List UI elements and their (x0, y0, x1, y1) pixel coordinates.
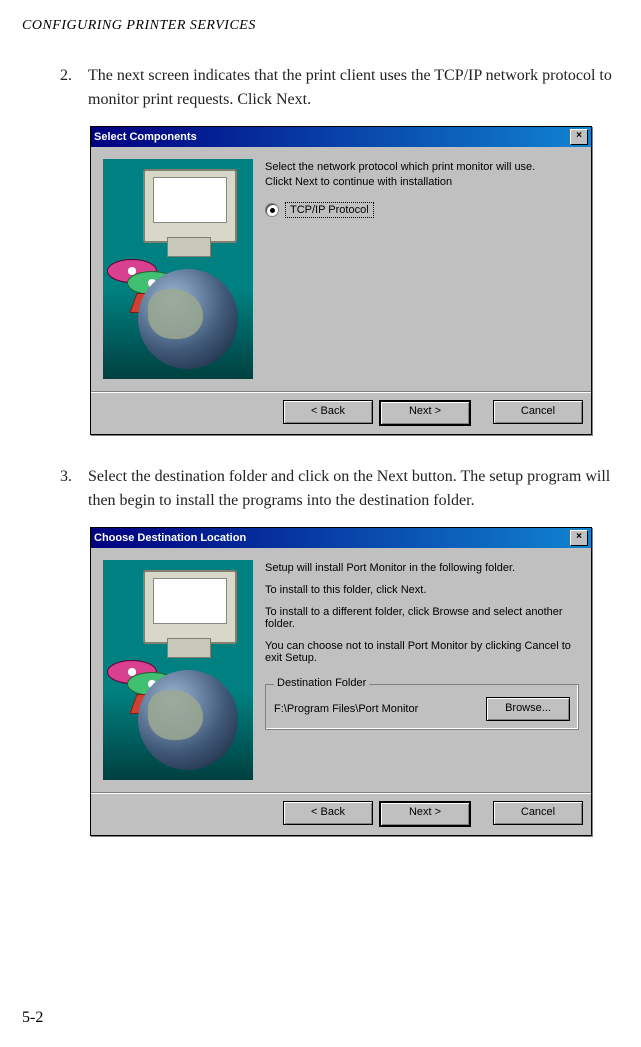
monitor-icon (143, 570, 237, 644)
dialog-title: Choose Destination Location (94, 532, 246, 544)
dialog-title: Select Components (94, 131, 197, 143)
destination-folder-group: Destination Folder F:\Program Files\Port… (265, 684, 579, 730)
globe-icon (138, 670, 238, 770)
cancel-button[interactable]: Cancel (493, 801, 583, 825)
step-number: 3. (60, 465, 88, 513)
step-3: 3. Select the destination folder and cli… (60, 465, 621, 513)
right-pane: Select the network protocol which print … (265, 159, 579, 379)
instruction-line: To install to this folder, click Next. (265, 584, 579, 596)
content-area: 2. The next screen indicates that the pr… (0, 34, 641, 836)
dialog-body: InstallShield Select the network protoco… (91, 147, 591, 391)
installshield-graphic: InstallShield (103, 560, 253, 780)
installshield-brand: InstallShield (103, 683, 105, 776)
radio-icon[interactable] (265, 203, 279, 217)
group-legend: Destination Folder (274, 677, 369, 689)
right-pane: Setup will install Port Monitor in the f… (265, 560, 579, 780)
dialog-body: InstallShield Setup will install Port Mo… (91, 548, 591, 792)
header-text: CONFIGURING PRINTER SERVICES (22, 18, 256, 33)
globe-icon (138, 269, 238, 369)
back-button[interactable]: < Back (283, 801, 373, 825)
titlebar: Select Components × (91, 127, 591, 147)
monitor-base (167, 638, 211, 658)
page-header: CONFIGURING PRINTER SERVICES (0, 0, 641, 34)
dialog-footer: < Back Next > Cancel (91, 391, 591, 434)
instruction-line: Setup will install Port Monitor in the f… (265, 562, 579, 574)
browse-button[interactable]: Browse... (486, 697, 570, 721)
installshield-graphic: InstallShield (103, 159, 253, 379)
option-label: TCP/IP Protocol (285, 202, 374, 218)
step-number: 2. (60, 64, 88, 112)
monitor-base (167, 237, 211, 257)
protocol-option[interactable]: TCP/IP Protocol (265, 202, 579, 218)
monitor-icon (143, 169, 237, 243)
instruction-line: Clickt Next to continue with installatio… (265, 176, 579, 188)
close-icon[interactable]: × (570, 530, 588, 546)
step-2: 2. The next screen indicates that the pr… (60, 64, 621, 112)
dialog-footer: < Back Next > Cancel (91, 792, 591, 835)
step-text: The next screen indicates that the print… (88, 64, 621, 112)
step-text: Select the destination folder and click … (88, 465, 621, 513)
next-button[interactable]: Next > (379, 801, 471, 827)
next-button[interactable]: Next > (379, 400, 471, 426)
close-icon[interactable]: × (570, 129, 588, 145)
installshield-brand: InstallShield (103, 282, 105, 375)
instruction-line: You can choose not to install Port Monit… (265, 640, 579, 664)
destination-path: F:\Program Files\Port Monitor (274, 703, 418, 715)
instruction-line: To install to a different folder, click … (265, 606, 579, 630)
titlebar: Choose Destination Location × (91, 528, 591, 548)
back-button[interactable]: < Back (283, 400, 373, 424)
cancel-button[interactable]: Cancel (493, 400, 583, 424)
page-number: 5-2 (22, 1009, 43, 1027)
instruction-line: Select the network protocol which print … (265, 161, 579, 173)
select-components-dialog: Select Components × InstallShield Select… (90, 126, 592, 435)
choose-destination-dialog: Choose Destination Location × InstallShi… (90, 527, 592, 836)
